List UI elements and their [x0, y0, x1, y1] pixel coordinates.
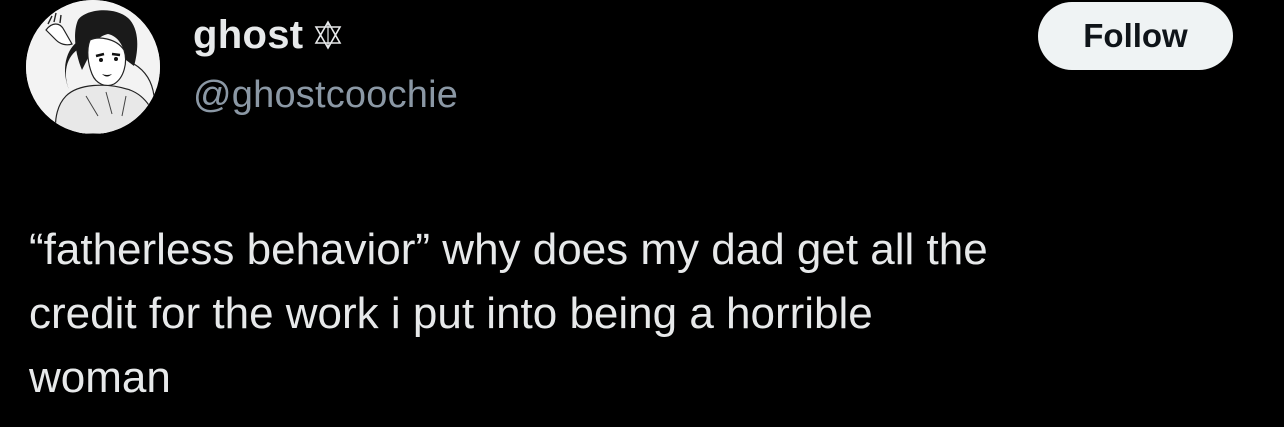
follow-button[interactable]: Follow	[1038, 2, 1233, 70]
author-display-name[interactable]: ghost	[193, 13, 303, 58]
author-handle[interactable]: @ghostcoochie	[193, 74, 458, 117]
tweet-text: “fatherless behavior” why does my dad ge…	[29, 225, 988, 402]
avatar[interactable]	[26, 0, 160, 134]
author-name-row: ghost	[193, 10, 343, 60]
inverted-pentagram-icon	[313, 20, 343, 50]
avatar-portrait-image	[26, 0, 160, 134]
tweet-card: ghost @ghostcoochie Follow “fatherless b…	[0, 0, 1284, 427]
